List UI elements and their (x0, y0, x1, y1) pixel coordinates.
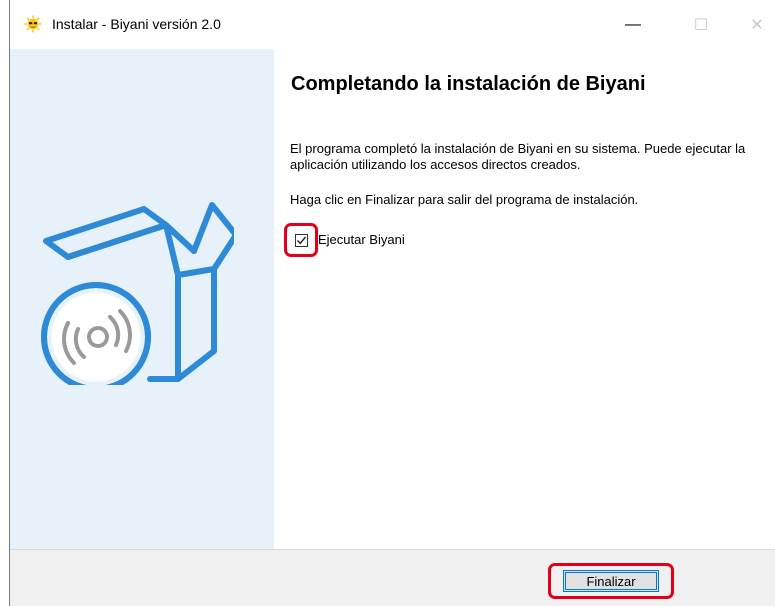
window-title: Instalar - Biyani versión 2.0 (52, 16, 221, 32)
finish-button-highlight: Finalizar (548, 563, 674, 599)
page-title: Completando la instalación de Biyani (291, 73, 646, 95)
side-panel (10, 49, 274, 549)
run-app-label[interactable]: Ejecutar Biyani (318, 232, 405, 248)
checkmark-icon (296, 236, 306, 244)
maximize-icon: ☐ (693, 16, 709, 34)
run-app-checkbox[interactable] (294, 233, 308, 247)
finish-button[interactable]: Finalizar (563, 570, 659, 592)
minimize-button[interactable]: — (610, 0, 656, 49)
installer-window: Instalar - Biyani versión 2.0 — ☐ ✕ Comp… (9, 0, 775, 606)
minimize-icon: — (625, 15, 641, 33)
content-panel: Completando la instalación de Biyani El … (274, 49, 775, 549)
close-button[interactable]: ✕ (734, 0, 775, 49)
close-icon: ✕ (750, 16, 764, 34)
box-with-disc-icon (41, 202, 234, 385)
checkbox-highlight (284, 223, 318, 257)
title-bar: Instalar - Biyani versión 2.0 — ☐ ✕ (10, 0, 775, 49)
maximize-button[interactable]: ☐ (678, 0, 724, 49)
run-app-option[interactable]: Ejecutar Biyani (284, 223, 405, 257)
finish-instruction: Haga clic en Finalizar para salir del pr… (290, 192, 639, 207)
completion-message: El programa completó la instalación de B… (290, 141, 746, 172)
installer-app-icon (24, 15, 42, 33)
button-bar: Finalizar (10, 549, 775, 606)
